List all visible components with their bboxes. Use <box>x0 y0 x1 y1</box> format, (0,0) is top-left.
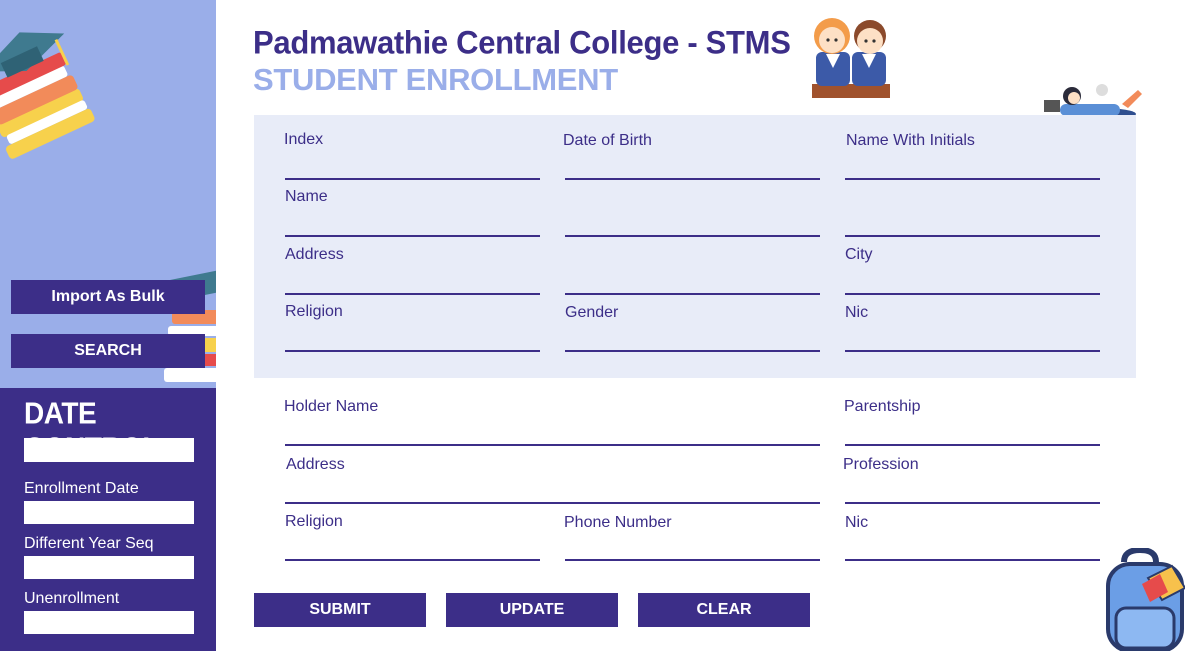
address-field-part1[interactable] <box>285 293 540 295</box>
religion-field[interactable] <box>285 350 540 352</box>
different-year-seq-input[interactable] <box>24 556 194 579</box>
guardian-religion-label: Religion <box>285 513 343 530</box>
phone-number-label: Phone Number <box>564 514 672 531</box>
guardian-religion-field[interactable] <box>285 559 540 561</box>
nic-label: Nic <box>845 304 869 321</box>
date-of-birth-field[interactable] <box>565 178 820 180</box>
parentship-label: Parentship <box>844 398 921 415</box>
name-with-initials-label: Name With Initials <box>846 132 975 149</box>
guardian-nic-field[interactable] <box>845 559 1100 561</box>
guardian-nic-label: Nic <box>845 514 869 531</box>
guardian-address-label: Address <box>286 456 345 473</box>
import-as-bulk-button[interactable]: Import As Bulk <box>11 280 205 314</box>
name-field-part2[interactable] <box>565 235 820 237</box>
unenrollment-label: Unenrollment <box>24 590 120 607</box>
name-label: Name <box>285 188 328 205</box>
phone-number-field[interactable] <box>565 559 820 561</box>
name-field-part1[interactable] <box>285 235 540 237</box>
page-title: Padmawathie Central College - STMS <box>253 24 791 61</box>
nic-field[interactable] <box>845 350 1100 352</box>
clear-button[interactable]: CLEAR <box>638 593 810 627</box>
address-label: Address <box>285 246 344 263</box>
holder-name-label: Holder Name <box>284 398 379 415</box>
enrollment-date-input[interactable] <box>24 501 194 524</box>
different-year-seq-label: Different Year Seq <box>24 535 154 552</box>
guardian-address-field[interactable] <box>285 502 820 504</box>
index-field[interactable] <box>285 178 540 180</box>
sidebar <box>0 0 216 388</box>
profession-label: Profession <box>843 456 919 473</box>
submit-button[interactable]: SUBMIT <box>254 593 426 627</box>
city-label: City <box>845 246 873 263</box>
update-button[interactable]: UPDATE <box>446 593 618 627</box>
name-with-initials-field[interactable] <box>845 178 1100 180</box>
gender-label: Gender <box>565 304 619 321</box>
religion-label: Religion <box>285 303 343 320</box>
unenrollment-input[interactable] <box>24 611 194 634</box>
index-label: Index <box>284 131 324 148</box>
student-details-panel <box>254 115 1136 378</box>
page-subtitle: STUDENT ENROLLMENT <box>253 62 618 97</box>
graduation-books-illustration <box>0 32 95 159</box>
name-field-part3[interactable] <box>845 235 1100 237</box>
students-illustration <box>812 18 890 98</box>
gender-field[interactable] <box>565 350 820 352</box>
date-control-input[interactable] <box>24 438 194 462</box>
school-bag-illustration <box>1106 548 1185 651</box>
enrollment-date-label: Enrollment Date <box>24 480 139 497</box>
city-field[interactable] <box>845 293 1100 295</box>
address-field-part2[interactable] <box>565 293 820 295</box>
parentship-field[interactable] <box>845 444 1100 446</box>
profession-field[interactable] <box>845 502 1100 504</box>
search-button[interactable]: SEARCH <box>11 334 205 368</box>
date-control-panel: DATE CONTROL Enrollment Date Different Y… <box>0 388 216 651</box>
holder-name-field[interactable] <box>285 444 820 446</box>
date-of-birth-label: Date of Birth <box>563 132 652 149</box>
